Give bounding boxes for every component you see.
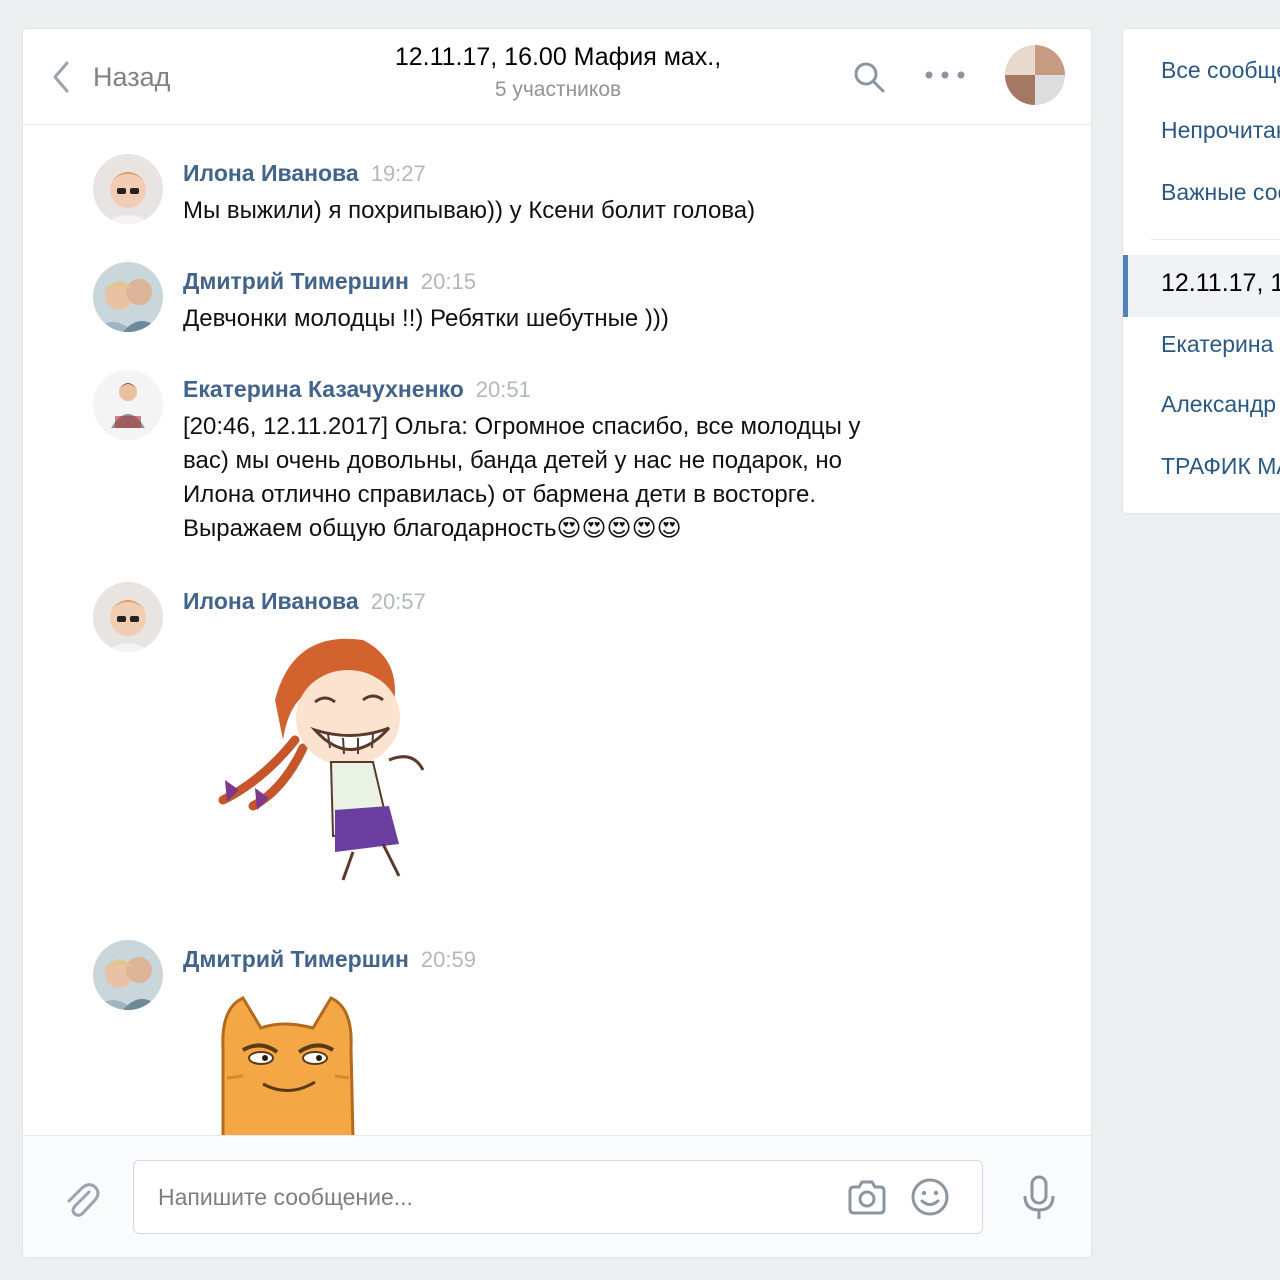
sidebar-chat-active[interactable]: 12.11.17, 16.00 Мафия мах., — [1123, 255, 1280, 317]
message-list: Илона Иванова 19:27 Мы выжили) я похрипыв… — [23, 126, 1091, 1136]
filter-all[interactable]: Все сообщения — [1161, 57, 1280, 84]
message-author[interactable]: Дмитрий Тимершин — [183, 268, 409, 294]
message-text: Мы выжили) я похрипываю)) у Ксени болит … — [183, 197, 756, 224]
message-text: [20:46, 12.11.2017] Ольга: Огромное спас… — [183, 410, 913, 546]
cat-sticker-icon[interactable] — [203, 988, 363, 1136]
message-author[interactable]: Илона Иванова — [183, 160, 359, 186]
message-author[interactable]: Дмитрий Тимершин — [183, 946, 409, 972]
sidebar-chat-label: 12.11.17, 16.00 Мафия мах., — [1161, 269, 1280, 297]
message-time[interactable]: 20:57 — [371, 589, 426, 614]
chat-panel: Назад 12.11.17, 16.00 Мафия мах., 5 учас… — [22, 28, 1092, 1258]
chat-title-block[interactable]: 12.11.17, 16.00 Мафия мах., 5 участников — [323, 43, 793, 102]
avatar[interactable] — [93, 582, 163, 652]
chat-header: Назад 12.11.17, 16.00 Мафия мах., 5 учас… — [23, 29, 1091, 125]
message-author[interactable]: Илона Иванова — [183, 588, 359, 614]
message-item: Дмитрий Тимершин 20:15 Девчонки молодцы !… — [93, 262, 993, 342]
avatar[interactable] — [93, 154, 163, 224]
filter-important[interactable]: Важные сообщения — [1161, 179, 1280, 206]
message-header: Илона Иванова 20:57 — [183, 588, 426, 615]
message-time[interactable]: 20:59 — [421, 947, 476, 972]
sidebar-chat[interactable]: Александр — [1161, 391, 1276, 418]
girl-sticker-icon[interactable] — [203, 630, 443, 890]
message-header: Илона Иванова 19:27 — [183, 160, 426, 187]
message-header: Дмитрий Тимершин 20:15 — [183, 268, 476, 295]
message-time[interactable]: 20:51 — [476, 377, 531, 402]
back-button[interactable]: Назад — [49, 57, 170, 97]
paperclip-icon[interactable] — [61, 1180, 101, 1220]
chat-avatar[interactable] — [1005, 45, 1065, 105]
message-author[interactable]: Екатерина Казачухненко — [183, 376, 464, 402]
back-label: Назад — [93, 61, 171, 92]
conversation-sidebar: Все сообщения Непрочитанные Важные сообщ… — [1122, 28, 1280, 514]
chat-participants: 5 участников — [494, 78, 622, 101]
microphone-icon[interactable] — [1019, 1174, 1059, 1222]
search-icon[interactable] — [851, 59, 887, 95]
avatar[interactable] — [93, 940, 163, 1010]
message-item: Илона Иванова 20:57 — [93, 582, 993, 912]
message-item: Дмитрий Тимершин 20:59 — [93, 940, 993, 1136]
message-item: Екатерина Казачухненко 20:51 [20:46, 12.1… — [93, 370, 993, 560]
divider — [1151, 239, 1280, 240]
camera-icon[interactable] — [846, 1179, 888, 1217]
message-text: Девчонки молодцы !!) Ребятки шебутные ))… — [183, 305, 669, 332]
sidebar-chat[interactable]: ТРАФИК МАФИЯ — [1161, 453, 1280, 480]
message-time[interactable]: 20:15 — [421, 269, 476, 294]
message-input[interactable] — [158, 1179, 818, 1215]
more-icon[interactable] — [923, 65, 967, 85]
message-item: Илона Иванова 19:27 Мы выжили) я похрипыв… — [93, 154, 993, 234]
message-header: Екатерина Казачухненко 20:51 — [183, 376, 531, 403]
sidebar-chat[interactable]: Екатерина Казачухненко — [1161, 331, 1280, 358]
filter-unread[interactable]: Непрочитанные — [1161, 117, 1280, 144]
message-time[interactable]: 19:27 — [371, 161, 426, 186]
message-composer — [23, 1135, 1091, 1257]
chat-title: 12.11.17, 16.00 Мафия мах., — [394, 43, 722, 71]
avatar[interactable] — [93, 370, 163, 440]
chevron-left-icon — [53, 61, 69, 93]
heart-eyes-emoji-icon: 😍😍😍😍😍 — [556, 515, 682, 542]
smile-icon[interactable] — [910, 1177, 950, 1217]
message-input-box[interactable] — [133, 1160, 983, 1234]
avatar[interactable] — [93, 262, 163, 332]
message-text-content: [20:46, 12.11.2017] Ольга: Огромное спас… — [183, 413, 861, 542]
message-header: Дмитрий Тимершин 20:59 — [183, 946, 476, 973]
